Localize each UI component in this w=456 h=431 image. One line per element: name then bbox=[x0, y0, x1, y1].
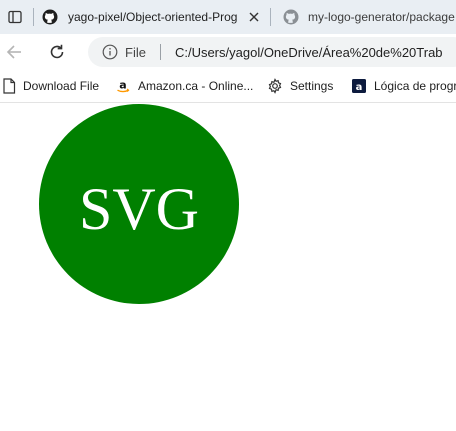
bookmark-a-icon: a bbox=[352, 79, 366, 93]
tab-1-title: yago-pixel/Object-oriented-Prog bbox=[68, 10, 238, 24]
svg-logo: SVG bbox=[39, 104, 239, 304]
logo-text: SVG bbox=[79, 176, 199, 242]
tab-actions-button[interactable] bbox=[0, 0, 30, 34]
favorite-label: Download File bbox=[23, 79, 100, 93]
page-content: SVG bbox=[0, 103, 456, 431]
url-text[interactable]: C:/Users/yagol/OneDrive/Área%20de%20Trab bbox=[175, 45, 443, 60]
favorites-bar: Download File a Amazon.ca - Online... Se… bbox=[0, 70, 456, 103]
gear-icon bbox=[268, 78, 282, 94]
back-button[interactable] bbox=[2, 40, 26, 64]
github-icon bbox=[283, 9, 299, 25]
refresh-icon bbox=[50, 44, 64, 59]
navigation-toolbar: File C:/Users/yagol/OneDrive/Área%20de%2… bbox=[0, 34, 456, 70]
tab-bar: yago-pixel/Object-oriented-Prog my-logo-… bbox=[0, 0, 456, 34]
favorite-label: Amazon.ca - Online... bbox=[138, 79, 254, 93]
address-divider bbox=[159, 44, 161, 60]
favorite-label: Settings bbox=[290, 79, 334, 93]
svg-text:a: a bbox=[356, 82, 363, 93]
info-icon bbox=[102, 44, 118, 60]
tab-2[interactable]: my-logo-generator/package bbox=[271, 0, 456, 34]
favorite-download-file[interactable]: Download File bbox=[2, 70, 99, 102]
github-icon bbox=[42, 9, 58, 25]
svg-text:a: a bbox=[119, 79, 126, 92]
tab-2-title: my-logo-generator/package bbox=[308, 10, 455, 24]
favorite-logica[interactable]: a Lógica de progr bbox=[351, 70, 456, 102]
document-icon bbox=[3, 78, 16, 94]
favorite-label: Lógica de progr bbox=[374, 79, 456, 93]
amazon-icon: a bbox=[117, 79, 130, 93]
security-label: File bbox=[125, 44, 146, 60]
back-arrow-icon bbox=[6, 45, 21, 59]
tab-1-close-icon[interactable] bbox=[246, 9, 262, 25]
address-bar[interactable]: File C:/Users/yagol/OneDrive/Área%20de%2… bbox=[88, 37, 456, 67]
site-info-button[interactable]: File bbox=[102, 44, 146, 60]
tab-1[interactable]: yago-pixel/Object-oriented-Prog bbox=[34, 0, 270, 34]
favorite-settings[interactable]: Settings bbox=[267, 70, 333, 102]
favorite-amazon[interactable]: a Amazon.ca - Online... bbox=[115, 70, 253, 102]
tab-actions-icon bbox=[8, 10, 22, 24]
refresh-button[interactable] bbox=[45, 40, 69, 64]
